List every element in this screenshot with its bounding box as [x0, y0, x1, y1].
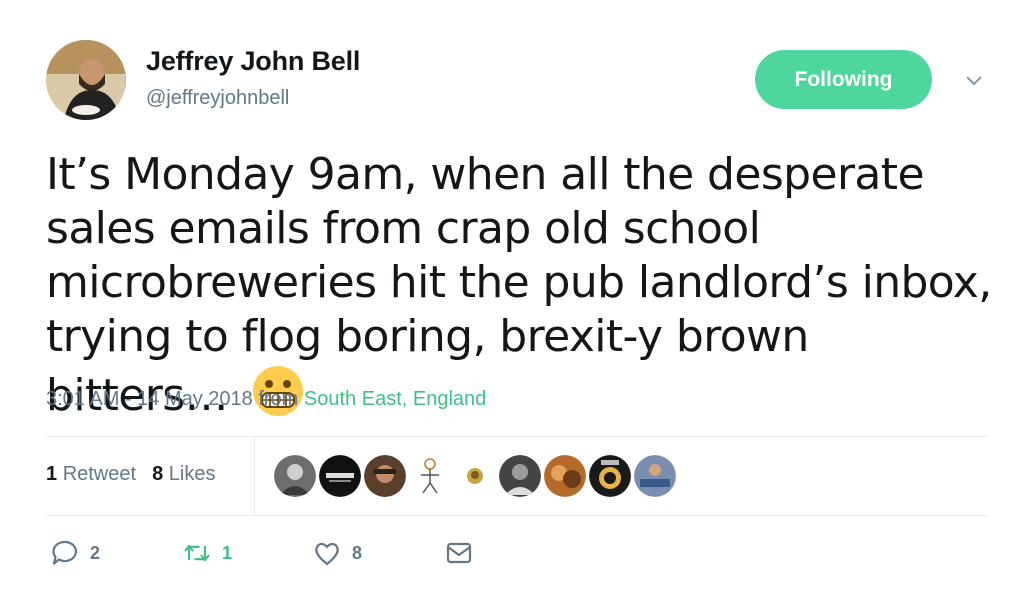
- direct-message-button[interactable]: [444, 538, 474, 568]
- divider: [46, 436, 988, 437]
- retweet-button[interactable]: 1: [182, 538, 232, 568]
- chevron-down-icon[interactable]: [962, 68, 986, 92]
- liker-avatars: [274, 455, 676, 497]
- heart-icon: [315, 542, 339, 566]
- user-handle[interactable]: @jeffreyjohnbell: [146, 87, 289, 110]
- tweet-body: It’s Monday 9am, when all the desperate …: [46, 149, 992, 421]
- like-button[interactable]: 8: [312, 538, 362, 568]
- tweet-text: It’s Monday 9am, when all the desperate …: [46, 148, 996, 423]
- tweet-stats: 1 Retweet 8 Likes: [46, 463, 215, 486]
- retweet-count: 1: [222, 542, 233, 563]
- retweet-icon: [184, 544, 210, 562]
- likes-stat[interactable]: 8 Likes: [152, 463, 215, 486]
- like-count: 8: [352, 542, 363, 563]
- user-avatar[interactable]: [46, 40, 126, 120]
- tweet-timestamp[interactable]: 3:01 AM - 14 May 2018 from: [46, 388, 304, 410]
- message-icon: [446, 542, 472, 564]
- retweet-stat[interactable]: 1 Retweet: [46, 463, 136, 486]
- display-name[interactable]: Jeffrey John Bell: [146, 46, 360, 77]
- tweet-meta: 3:01 AM - 14 May 2018 from South East, E…: [46, 388, 486, 411]
- divider: [46, 515, 988, 516]
- following-button[interactable]: Following: [755, 50, 932, 109]
- liker-avatar[interactable]: [499, 455, 541, 497]
- reply-icon: [52, 540, 77, 565]
- profile-photo: [46, 40, 126, 120]
- action-bar: 2 1 8: [50, 538, 474, 568]
- tweet-location[interactable]: South East, England: [304, 388, 486, 410]
- liker-avatar[interactable]: [589, 455, 631, 497]
- liker-avatar[interactable]: [454, 455, 496, 497]
- liker-avatar[interactable]: [364, 455, 406, 497]
- divider: [254, 437, 255, 515]
- reply-button[interactable]: 2: [50, 538, 100, 568]
- liker-avatar[interactable]: [544, 455, 586, 497]
- liker-avatar[interactable]: [409, 455, 451, 497]
- liker-avatar[interactable]: [319, 455, 361, 497]
- liker-avatar[interactable]: [634, 455, 676, 497]
- liker-avatar[interactable]: [274, 455, 316, 497]
- reply-count: 2: [90, 542, 101, 563]
